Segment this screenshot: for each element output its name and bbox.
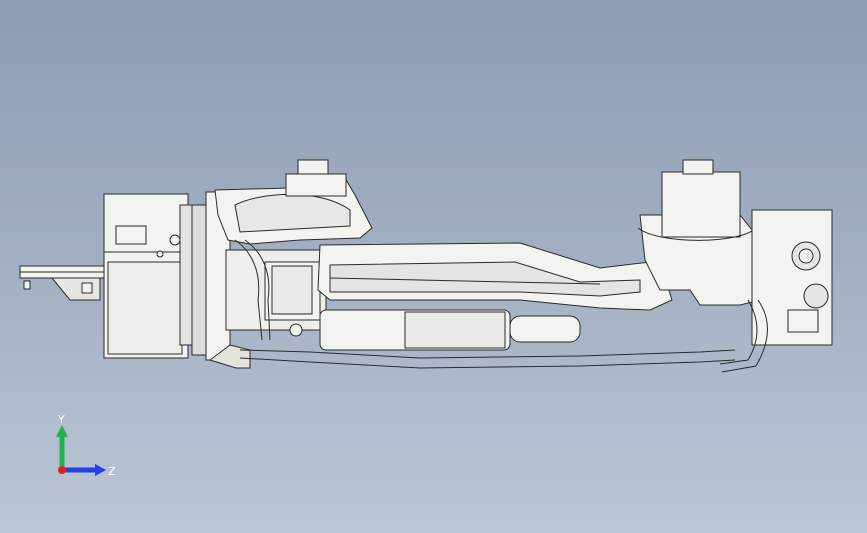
- counterbalance-cylinder: [319, 309, 581, 351]
- robot-arm-model[interactable]: [0, 0, 867, 533]
- base-rail: [19, 265, 109, 301]
- elbow-housing: [637, 159, 761, 306]
- z-axis-arrowhead: [95, 464, 106, 476]
- z-axis-label: Z: [108, 465, 116, 478]
- coordinate-triad: Y Z: [56, 413, 116, 478]
- y-axis-label: Y: [57, 413, 65, 426]
- y-axis-arrowhead: [56, 425, 68, 437]
- x-axis-dot: [58, 466, 66, 474]
- control-cabinet: [103, 193, 193, 359]
- upper-arm: [317, 242, 673, 311]
- graphics-viewport[interactable]: Y Z: [0, 0, 867, 533]
- shoulder-housing: [214, 159, 373, 245]
